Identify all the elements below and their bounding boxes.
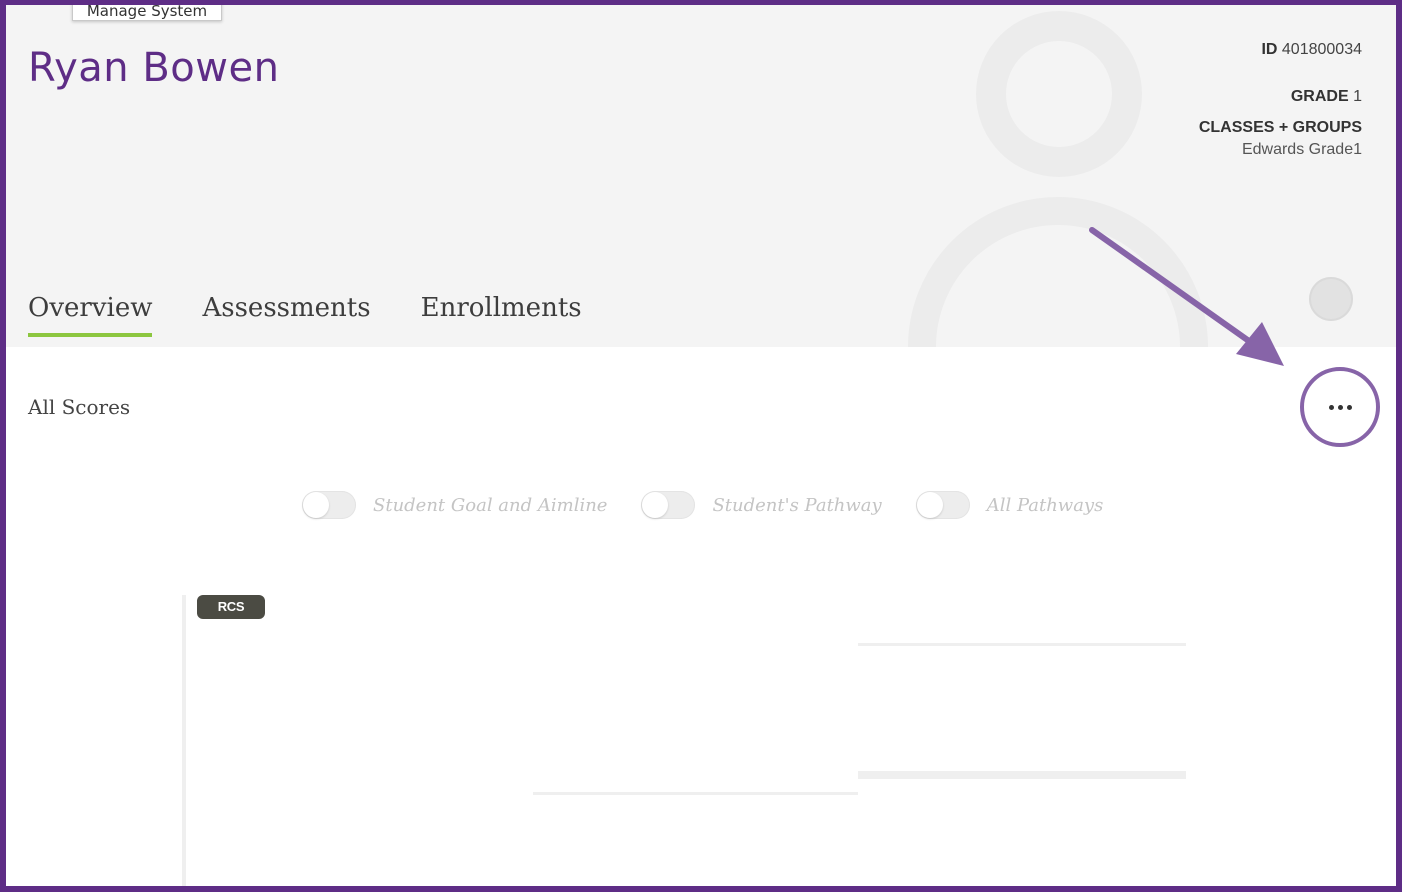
chart-gridline xyxy=(533,792,858,795)
toggle-label: Student Goal and Aimline xyxy=(373,494,608,516)
more-options-button[interactable] xyxy=(1300,367,1380,447)
toggle-student-pathway[interactable]: Student's Pathway xyxy=(641,491,882,519)
toggle-switch[interactable] xyxy=(302,491,356,519)
manage-system-tooltip: Manage System xyxy=(72,5,222,21)
app-window: Manage System Ryan Bowen ID 401800034 GR… xyxy=(0,0,1402,892)
chart-axis xyxy=(182,595,186,886)
classes-groups-label: CLASSES + GROUPS xyxy=(1198,119,1362,136)
student-grade: GRADE 1 xyxy=(1291,88,1362,106)
toggle-switch[interactable] xyxy=(915,491,970,519)
section-title: All Scores xyxy=(28,395,131,419)
grade-value: 1 xyxy=(1353,88,1362,105)
tab-assessments[interactable]: Assessments xyxy=(202,293,370,333)
chart-gridline xyxy=(858,771,1186,779)
avatar[interactable] xyxy=(1309,277,1353,321)
toggle-goal-aimline[interactable]: Student Goal and Aimline xyxy=(302,491,607,519)
student-id-label: ID xyxy=(1261,41,1278,58)
decorative-circle xyxy=(908,197,1208,347)
toggle-label: All Pathways xyxy=(986,494,1104,516)
rcs-badge: RCS xyxy=(197,595,265,619)
student-name: Ryan Bowen xyxy=(28,45,280,91)
student-tabs: Overview Assessments Enrollments xyxy=(28,293,632,337)
toggle-switch[interactable] xyxy=(641,491,696,519)
toggle-all-pathways[interactable]: All Pathways xyxy=(915,491,1104,519)
tab-overview[interactable]: Overview xyxy=(28,293,153,337)
decorative-circle xyxy=(976,11,1142,177)
student-id-value: 401800034 xyxy=(1281,41,1362,58)
grade-label: GRADE xyxy=(1290,88,1349,105)
chart-gridline xyxy=(858,643,1186,646)
student-id: ID 401800034 xyxy=(1261,41,1362,59)
more-horizontal-icon xyxy=(1328,404,1352,410)
classes-groups-value: Edwards Grade1 xyxy=(1241,141,1362,158)
student-header: Manage System Ryan Bowen ID 401800034 GR… xyxy=(6,5,1396,347)
chart-toggles: Student Goal and Aimline Student's Pathw… xyxy=(302,491,1137,519)
tab-enrollments[interactable]: Enrollments xyxy=(421,293,582,333)
toggle-label: Student's Pathway xyxy=(712,494,882,516)
